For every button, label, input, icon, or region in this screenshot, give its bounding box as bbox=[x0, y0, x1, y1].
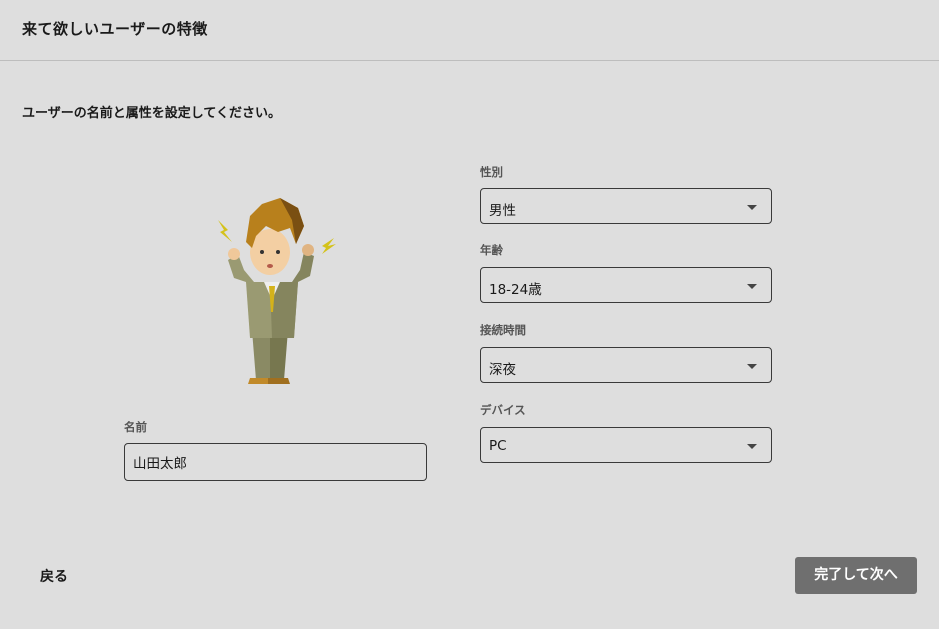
chevron-down-icon bbox=[747, 444, 757, 449]
device-label: デバイス bbox=[480, 403, 526, 417]
name-label: 名前 bbox=[124, 420, 147, 434]
chevron-down-icon bbox=[747, 364, 757, 369]
age-label: 年齢 bbox=[480, 243, 503, 257]
header: 来て欲しいユーザーの特徴 bbox=[0, 0, 939, 61]
age-select[interactable]: 18-24歳 bbox=[480, 267, 772, 303]
page-title: 来て欲しいユーザーの特徴 bbox=[22, 20, 208, 38]
device-select[interactable]: PC bbox=[480, 427, 772, 463]
gender-value: 男性 bbox=[489, 203, 516, 219]
back-button[interactable]: 戻る bbox=[40, 566, 68, 586]
age-value: 18-24歳 bbox=[489, 282, 542, 298]
access-time-select[interactable]: 深夜 bbox=[480, 347, 772, 383]
name-input[interactable] bbox=[124, 443, 427, 481]
chevron-down-icon bbox=[747, 205, 757, 210]
device-value: PC bbox=[489, 438, 507, 454]
complete-next-button[interactable]: 完了して次へ bbox=[795, 557, 917, 594]
confused-businessman-icon bbox=[210, 190, 340, 390]
chevron-down-icon bbox=[747, 284, 757, 289]
gender-select[interactable]: 男性 bbox=[480, 188, 772, 224]
instruction-text: ユーザーの名前と属性を設定してください。 bbox=[22, 106, 281, 121]
access-time-value: 深夜 bbox=[489, 362, 516, 378]
gender-label: 性別 bbox=[480, 165, 503, 179]
access-time-label: 接続時間 bbox=[480, 323, 526, 337]
